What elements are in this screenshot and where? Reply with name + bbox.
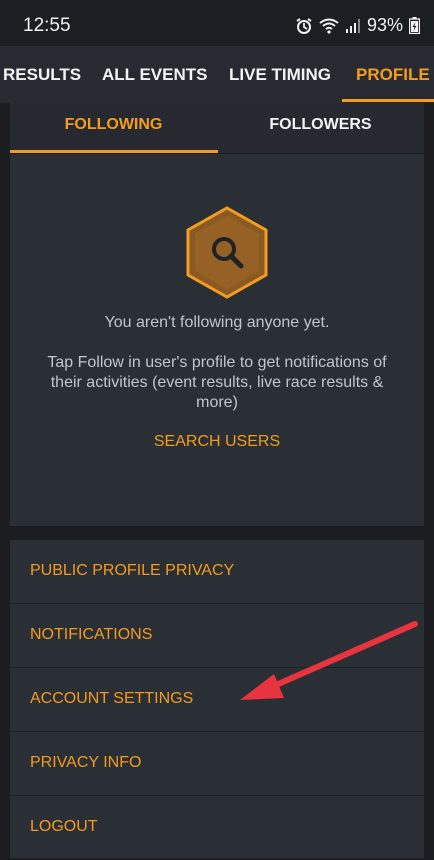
menu-item-label: NOTIFICATIONS <box>30 626 153 643</box>
menu-item-label: PRIVACY INFO <box>30 754 142 771</box>
active-subtab-indicator <box>10 150 218 153</box>
active-tab-indicator <box>342 99 434 102</box>
tab-live-timing[interactable]: LIVE TIMING <box>229 46 331 103</box>
tab-followers[interactable]: FOLLOWERS <box>217 103 424 153</box>
battery-icon <box>409 17 420 34</box>
profile-subtabs: FOLLOWING FOLLOWERS <box>10 103 424 153</box>
tab-all-events[interactable]: ALL EVENTS <box>102 46 207 103</box>
battery-percent: 93% <box>366 15 403 35</box>
empty-state-description: Tap Follow in user's profile to get noti… <box>47 354 387 411</box>
menu-logout[interactable]: LOGOUT <box>10 796 424 858</box>
status-bar: 12:55 93% <box>0 0 434 46</box>
annotation-arrow <box>240 621 418 700</box>
menu-item-label: ACCOUNT SETTINGS <box>30 690 194 707</box>
top-tab-bar: RESULTS ALL EVENTS LIVE TIMING PROFILE <box>0 46 434 103</box>
status-time: 12:55 <box>23 15 71 36</box>
tab-profile[interactable]: PROFILE <box>356 46 430 103</box>
following-empty-state: You aren't following anyone yet. Tap Fol… <box>10 154 424 526</box>
empty-state-title: You aren't following anyone yet. <box>104 314 330 331</box>
menu-item-label: PUBLIC PROFILE PRIVACY <box>30 562 235 579</box>
wifi-icon <box>319 18 339 34</box>
status-icons: 93% <box>295 15 420 36</box>
menu-item-label: LOGOUT <box>30 818 98 835</box>
menu-public-profile-privacy[interactable]: PUBLIC PROFILE PRIVACY <box>10 540 424 604</box>
menu-privacy-info[interactable]: PRIVACY INFO <box>10 732 424 796</box>
search-users-link[interactable]: SEARCH USERS <box>10 433 424 451</box>
alarm-icon <box>295 17 313 35</box>
signal-icon <box>345 18 361 34</box>
tab-following[interactable]: FOLLOWING <box>10 103 217 153</box>
tab-results[interactable]: RESULTS <box>3 46 81 103</box>
search-icon <box>184 205 270 300</box>
